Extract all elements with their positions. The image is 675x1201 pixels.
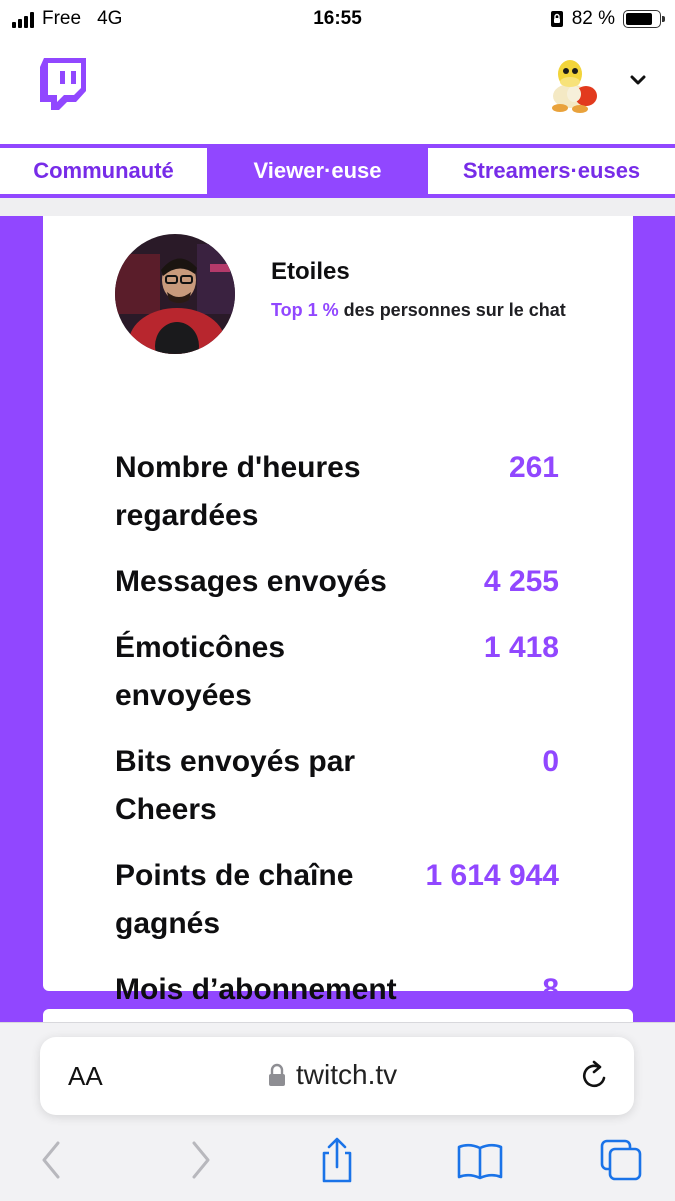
site-header	[0, 38, 675, 144]
stat-row: Bits envoyés par Cheers 0	[115, 738, 559, 834]
tab-streamers[interactable]: Streamers·euses	[428, 148, 675, 194]
stat-value: 4 255	[483, 565, 559, 598]
url-text[interactable]: twitch.tv	[296, 1059, 397, 1091]
stat-value: 1 614 944	[425, 859, 559, 892]
viewer-stats-card: Etoiles Top 1 % des personnes sur le cha…	[43, 216, 633, 1006]
stat-row: Émoticônes envoyées 1 418	[115, 624, 559, 720]
stat-value: 1 418	[483, 631, 559, 664]
address-bar[interactable]: AA twitch.tv	[40, 1037, 634, 1115]
tabs-divider	[0, 198, 675, 216]
tab-viewer[interactable]: Viewer·euse	[207, 148, 428, 194]
stat-row: Points de chaîne gagnés 1 614 944	[115, 852, 559, 948]
browser-nav	[0, 1135, 675, 1185]
stat-row: Mois d’abonnement 8	[115, 966, 559, 1014]
lock-icon	[269, 1063, 285, 1086]
profile-rank: Top 1 % des personnes sur le chat	[271, 296, 591, 325]
text-size-button[interactable]: AA	[68, 1061, 103, 1092]
recap-tabs: Communauté Viewer·euse Streamers·euses	[0, 144, 675, 198]
back-icon[interactable]	[28, 1135, 78, 1185]
battery-percent: 82 %	[571, 8, 615, 29]
stat-row: Messages envoyés 4 255	[115, 558, 559, 606]
rank-description: des personnes sur le chat	[338, 300, 566, 320]
stat-value: 261	[508, 451, 559, 484]
stat-label: Points de chaîne gagnés	[115, 859, 354, 940]
stat-label: Mois d’abonnement	[115, 973, 397, 1006]
chevron-down-icon[interactable]	[630, 74, 646, 86]
bookmarks-icon[interactable]	[455, 1135, 505, 1185]
browser-toolbar: AA twitch.tv	[0, 1022, 675, 1201]
profile-photo	[115, 234, 235, 354]
stat-label: Nombre d'heures regardées	[115, 451, 361, 532]
tab-community[interactable]: Communauté	[0, 148, 207, 194]
stat-label: Émoticônes envoyées	[115, 631, 286, 712]
battery-icon	[623, 10, 665, 28]
orientation-lock-icon	[550, 11, 563, 27]
user-avatar[interactable]	[546, 52, 602, 114]
stat-label: Bits envoyés par Cheers	[115, 745, 356, 826]
battery-level	[626, 13, 653, 25]
stat-label: Messages envoyés	[115, 565, 387, 598]
rank-highlight: Top 1 %	[271, 300, 339, 320]
reload-icon[interactable]	[580, 1060, 610, 1092]
forward-icon[interactable]	[174, 1135, 224, 1185]
stat-row: Nombre d'heures regardées 261	[115, 444, 559, 540]
stat-value: 8	[542, 973, 559, 1006]
share-icon[interactable]	[312, 1135, 362, 1185]
status-bar: Free 4G 16:55 82 %	[0, 0, 675, 38]
twitch-logo[interactable]	[40, 58, 86, 110]
tabs-icon[interactable]	[596, 1135, 646, 1185]
stats-list: Nombre d'heures regardées 261 Messages e…	[115, 444, 559, 1032]
profile-name: Etoiles	[271, 258, 350, 285]
stat-value: 0	[542, 745, 559, 778]
